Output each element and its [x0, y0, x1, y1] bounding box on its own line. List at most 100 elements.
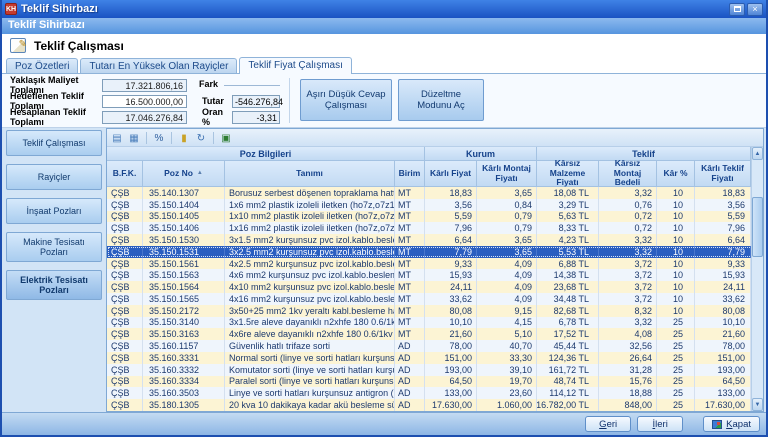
col-bfk[interactable]: B.F.K.: [107, 161, 143, 187]
col-karsiz-montaj-bedeli[interactable]: Kârsız Montaj Bedeli: [599, 161, 657, 187]
rates-book-icon[interactable]: ▮: [177, 131, 191, 145]
sidebar-item-insaat-pozlari[interactable]: İnşaat Pozları: [6, 198, 102, 224]
vertical-scrollbar[interactable]: ▲ ▼: [751, 147, 763, 411]
cell-birim: MT: [395, 317, 425, 329]
table-row[interactable]: ÇŞB35.150.15614x2.5 mm2 kurşunsuz pvc iz…: [107, 258, 763, 270]
fark-tutar-field[interactable]: -546.276,84: [232, 95, 280, 108]
cell-bfk: ÇŞB: [107, 352, 143, 364]
cell-karli-montaj: 23,60: [477, 387, 537, 399]
cell-karli-montaj: 4,09: [477, 269, 537, 281]
table-row[interactable]: ÇŞB35.150.15313x2.5 mm2 kurşunsuz pvc iz…: [107, 246, 763, 258]
cell-birim: MT: [395, 246, 425, 258]
kapat-button[interactable]: Kapat: [703, 416, 760, 432]
cell-kar-yuzde: 10: [657, 293, 695, 305]
scrollbar-thumb[interactable]: [752, 197, 763, 257]
col-poz-no[interactable]: Poz No▲: [143, 161, 225, 187]
print-preview-icon[interactable]: ▤: [110, 131, 124, 145]
group-poz-bilgileri: Poz Bilgileri: [107, 147, 425, 161]
table-row[interactable]: ÇŞB35.150.15654x16 mm2 kurşunsuz pvc izo…: [107, 293, 763, 305]
fark-tutar-label: Tutar: [202, 96, 232, 106]
table-row[interactable]: ÇŞB35.180.130520 kva 10 dakikaya kadar a…: [107, 399, 763, 411]
tab-tutari-en-yuksek-olan-rayicler[interactable]: Tutarı En Yüksek Olan Rayiçler: [80, 58, 237, 73]
cell-kar-yuzde: 10: [657, 281, 695, 293]
cell-karsiz-montaj: 32,56: [599, 340, 657, 352]
duzeltme-modunu-ac-button[interactable]: Düzeltme Modunu Aç: [398, 79, 484, 121]
sidebar-item-makine-tesisati-pozlari[interactable]: Makine Tesisatı Pozları: [6, 232, 102, 262]
col-karli-teklif-fiyati[interactable]: Kârlı Teklif Fiyatı: [695, 161, 751, 187]
yaklasik-maliyet-field[interactable]: 17.321.806,16: [102, 79, 187, 92]
cell-karsiz-malzeme: 6,78 TL: [537, 317, 599, 329]
cell-karli-teklif: 18,83: [695, 187, 751, 199]
cell-karli-fiyat: 9,33: [425, 258, 477, 270]
table-row[interactable]: ÇŞB35.160.1157Güvenlik hatlı trifaze sor…: [107, 340, 763, 352]
footer-bar: Geri İleri Kapat: [2, 412, 766, 435]
table-row[interactable]: ÇŞB35.150.14041x6 mm2 plastik izoleli il…: [107, 199, 763, 211]
cell-birim: MT: [395, 234, 425, 246]
cell-poz-no: 35.150.1531: [143, 246, 225, 258]
grid-select-icon[interactable]: ▦: [127, 131, 141, 145]
table-row[interactable]: ÇŞB35.150.15303x1.5 mm2 kurşunsuz pvc iz…: [107, 234, 763, 246]
cell-karsiz-montaj: 8,32: [599, 305, 657, 317]
cell-karsiz-malzeme: 8,33 TL: [537, 222, 599, 234]
recalculate-icon[interactable]: ↻: [194, 131, 208, 145]
table-row[interactable]: ÇŞB35.150.14051x10 mm2 plastik izoleli i…: [107, 211, 763, 223]
sidebar-item-elektrik-tesisati-pozlari[interactable]: Elektrik Tesisatı Pozları: [6, 270, 102, 300]
ileri-button[interactable]: İleri: [637, 416, 683, 432]
cell-karsiz-malzeme: 45,44 TL: [537, 340, 599, 352]
cell-birim: AD: [395, 399, 425, 411]
scroll-up-icon[interactable]: ▲: [752, 147, 763, 160]
cell-karli-montaj: 3,65: [477, 246, 537, 258]
tab-poz-ozetleri[interactable]: Poz Özetleri: [6, 58, 78, 73]
table-row[interactable]: ÇŞB35.150.15634x6 mm2 kurşunsuz pvc izol…: [107, 269, 763, 281]
cell-kar-yuzde: 25: [657, 352, 695, 364]
col-birim[interactable]: Birim: [395, 161, 425, 187]
hedeflenen-teklif-field[interactable]: 16.500.000,00: [102, 95, 187, 108]
close-button[interactable]: ×: [747, 3, 763, 16]
cell-poz-no: 35.160.3503: [143, 387, 225, 399]
asiri-dusuk-cevap-button[interactable]: Aşırı Düşük Cevap Çalışması: [300, 79, 392, 121]
col-kar-yuzde[interactable]: Kâr %: [657, 161, 695, 187]
column-header-row: B.F.K. Poz No▲ Tanımı Birim Kârlı Fiyat …: [107, 161, 763, 187]
table-row[interactable]: ÇŞB35.160.3332Komutator sorti (linye ve …: [107, 364, 763, 376]
hesaplanan-teklif-label: Hesaplanan Teklif Toplamı: [10, 107, 102, 127]
geri-button[interactable]: Geri: [585, 416, 631, 432]
cell-karli-montaj: 4,09: [477, 293, 537, 305]
table-row[interactable]: ÇŞB35.160.3331Normal sorti (linye ve sor…: [107, 352, 763, 364]
col-tanimi[interactable]: Tanımı: [225, 161, 395, 187]
col-karli-montaj-fiyati[interactable]: Kârlı Montaj Fiyatı: [477, 161, 537, 187]
cell-kar-yuzde: 25: [657, 364, 695, 376]
fark-oran-field[interactable]: -3,31: [232, 111, 280, 124]
table-row[interactable]: ÇŞB35.160.3503Linye ve sorti hatları kur…: [107, 387, 763, 399]
col-karli-fiyat[interactable]: Kârlı Fiyat: [425, 161, 477, 187]
cell-kar-yuzde: 25: [657, 387, 695, 399]
cell-karli-fiyat: 24,11: [425, 281, 477, 293]
cell-kar-yuzde: 10: [657, 187, 695, 199]
excel-export-icon[interactable]: ▣: [219, 131, 233, 145]
table-row[interactable]: ÇŞB35.160.3334Paralel sorti (linye ve so…: [107, 376, 763, 388]
table-row[interactable]: ÇŞB35.150.31403x1.5re aleve dayanıklı n2…: [107, 317, 763, 329]
hesaplanan-teklif-field[interactable]: 17.046.276,84: [102, 111, 187, 124]
cell-poz-no: 35.150.3140: [143, 317, 225, 329]
table-row[interactable]: ÇŞB35.150.21723x50+25 mm2 1kv yeraltı ka…: [107, 305, 763, 317]
sidebar-item-teklif-calismasi[interactable]: Teklif Çalışması: [6, 130, 102, 156]
percent-icon[interactable]: %: [152, 131, 166, 145]
cell-karli-montaj: 19,70: [477, 376, 537, 388]
cell-karli-fiyat: 18,83: [425, 187, 477, 199]
table-row[interactable]: ÇŞB35.140.1307Borusuz serbest döşenen to…: [107, 187, 763, 199]
cell-karsiz-malzeme: 5,63 TL: [537, 211, 599, 223]
cell-karli-montaj: 0,79: [477, 222, 537, 234]
table-row[interactable]: ÇŞB35.150.14061x16 mm2 plastik izoleli i…: [107, 222, 763, 234]
cell-bfk: ÇŞB: [107, 305, 143, 317]
cell-karli-montaj: 9,15: [477, 305, 537, 317]
scroll-down-icon[interactable]: ▼: [752, 398, 763, 411]
restore-button[interactable]: [729, 3, 745, 16]
cell-karsiz-malzeme: 161,72 TL: [537, 364, 599, 376]
sidebar-item-rayicler[interactable]: Rayiçler: [6, 164, 102, 190]
col-karsiz-malzeme-fiyati[interactable]: Kârsız Malzeme Fiyatı: [537, 161, 599, 187]
tab-teklif-fiyat-calismasi[interactable]: Teklif Fiyat Çalışması: [239, 57, 351, 74]
table-row[interactable]: ÇŞB35.150.15644x10 mm2 kurşunsuz pvc izo…: [107, 281, 763, 293]
cell-karsiz-malzeme: 3,29 TL: [537, 199, 599, 211]
table-row[interactable]: ÇŞB35.150.31634x6re aleve dayanıklı n2xh…: [107, 328, 763, 340]
cell-karli-montaj: 5,10: [477, 328, 537, 340]
cell-kar-yuzde: 10: [657, 234, 695, 246]
